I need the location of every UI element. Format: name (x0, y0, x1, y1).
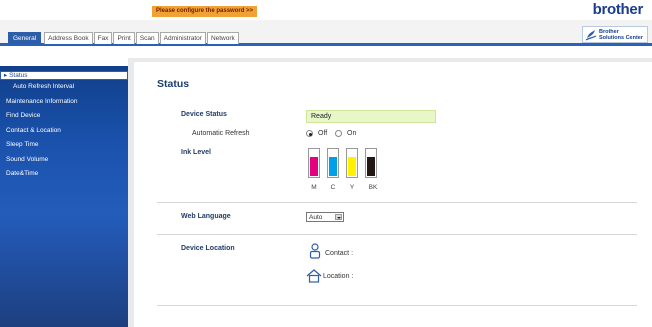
tab-general[interactable]: General (8, 32, 42, 44)
sidebar-nav: ▸ Status Auto Refresh Interval Maintenan… (0, 68, 128, 182)
sidebar-item-status[interactable]: ▸ Status (0, 71, 128, 80)
sidebar-item-contact-location[interactable]: Contact & Location (0, 124, 128, 139)
tab-fax[interactable]: Fax (93, 32, 113, 44)
ink-cartridge-magenta (308, 148, 320, 178)
device-status-value: Ready (306, 110, 436, 123)
location-house-icon (306, 269, 322, 283)
sidebar: ▸ Status Auto Refresh Interval Maintenan… (0, 46, 128, 327)
chevron-down-icon (335, 214, 342, 220)
web-language-select[interactable]: Auto (306, 212, 344, 222)
tab-address-book[interactable]: Address Book (44, 32, 93, 44)
auto-refresh-on-radio[interactable] (335, 130, 342, 137)
ink-letter-bk: BK (368, 184, 378, 191)
sidebar-item-find-device[interactable]: Find Device (0, 109, 128, 124)
web-language-label: Web Language (181, 213, 231, 220)
configure-password-link[interactable]: Please configure the password >> (152, 6, 258, 17)
tab-print[interactable]: Print (113, 32, 135, 44)
ink-fill-magenta (310, 157, 318, 176)
ink-letter-c: C (330, 184, 336, 191)
bullet-icon: ▸ (4, 72, 8, 79)
sidebar-top-strip (0, 46, 128, 66)
ink-fill-cyan (329, 157, 337, 176)
sidebar-item-sleep-time[interactable]: Sleep Time (0, 138, 128, 153)
sidebar-item-auto-refresh-interval[interactable]: Auto Refresh Interval (0, 80, 128, 95)
device-location-label: Device Location (181, 245, 235, 252)
content-panel (134, 62, 652, 327)
divider (157, 202, 637, 203)
ink-cartridge-yellow (346, 148, 358, 178)
automatic-refresh-label: Automatic Refresh (192, 130, 250, 137)
sidebar-item-date-time[interactable]: Date&Time (0, 167, 128, 182)
divider (157, 305, 637, 306)
ink-cartridge-cyan (327, 148, 339, 178)
tab-bar: General Address Book Fax Print Scan Admi… (0, 20, 652, 46)
ink-cartridge-black (365, 148, 377, 178)
auto-refresh-off-label: Off (318, 130, 328, 137)
solutions-center-label: Brother Solutions Center (599, 29, 643, 41)
auto-refresh-on-label: On (347, 130, 357, 137)
web-language-value: Auto (309, 214, 323, 221)
contact-person-icon (309, 243, 321, 259)
brother-logo: brother (592, 1, 644, 18)
sidebar-item-label: Status (9, 72, 28, 79)
sidebar-item-sound-volume[interactable]: Sound Volume (0, 153, 128, 168)
auto-refresh-off-radio[interactable] (306, 130, 313, 137)
main-tabs: General Address Book Fax Print Scan Admi… (8, 32, 240, 44)
solutions-center-line2: Solutions Center (599, 34, 644, 41)
ink-letter-y: Y (349, 184, 355, 191)
tab-network[interactable]: Network (206, 32, 239, 44)
solutions-center-button[interactable]: Brother Solutions Center (582, 26, 648, 43)
divider (157, 234, 637, 235)
ink-level-label: Ink Level (181, 149, 211, 156)
ink-letter-m: M (311, 184, 317, 191)
page: Please configure the password >> brother… (0, 0, 652, 327)
sidebar-item-maintenance-information[interactable]: Maintenance Information (0, 95, 128, 110)
page-title: Status (157, 78, 190, 90)
location-label: Location : (323, 273, 354, 280)
tab-administrator[interactable]: Administrator (159, 32, 206, 44)
device-status-label: Device Status (181, 111, 227, 118)
solutions-center-icon (585, 29, 597, 41)
contact-label: Contact : (325, 250, 354, 257)
ink-fill-yellow (348, 157, 356, 176)
top-bar: Please configure the password >> brother (0, 0, 652, 20)
ink-fill-black (367, 157, 375, 176)
tab-scan[interactable]: Scan (135, 32, 159, 44)
